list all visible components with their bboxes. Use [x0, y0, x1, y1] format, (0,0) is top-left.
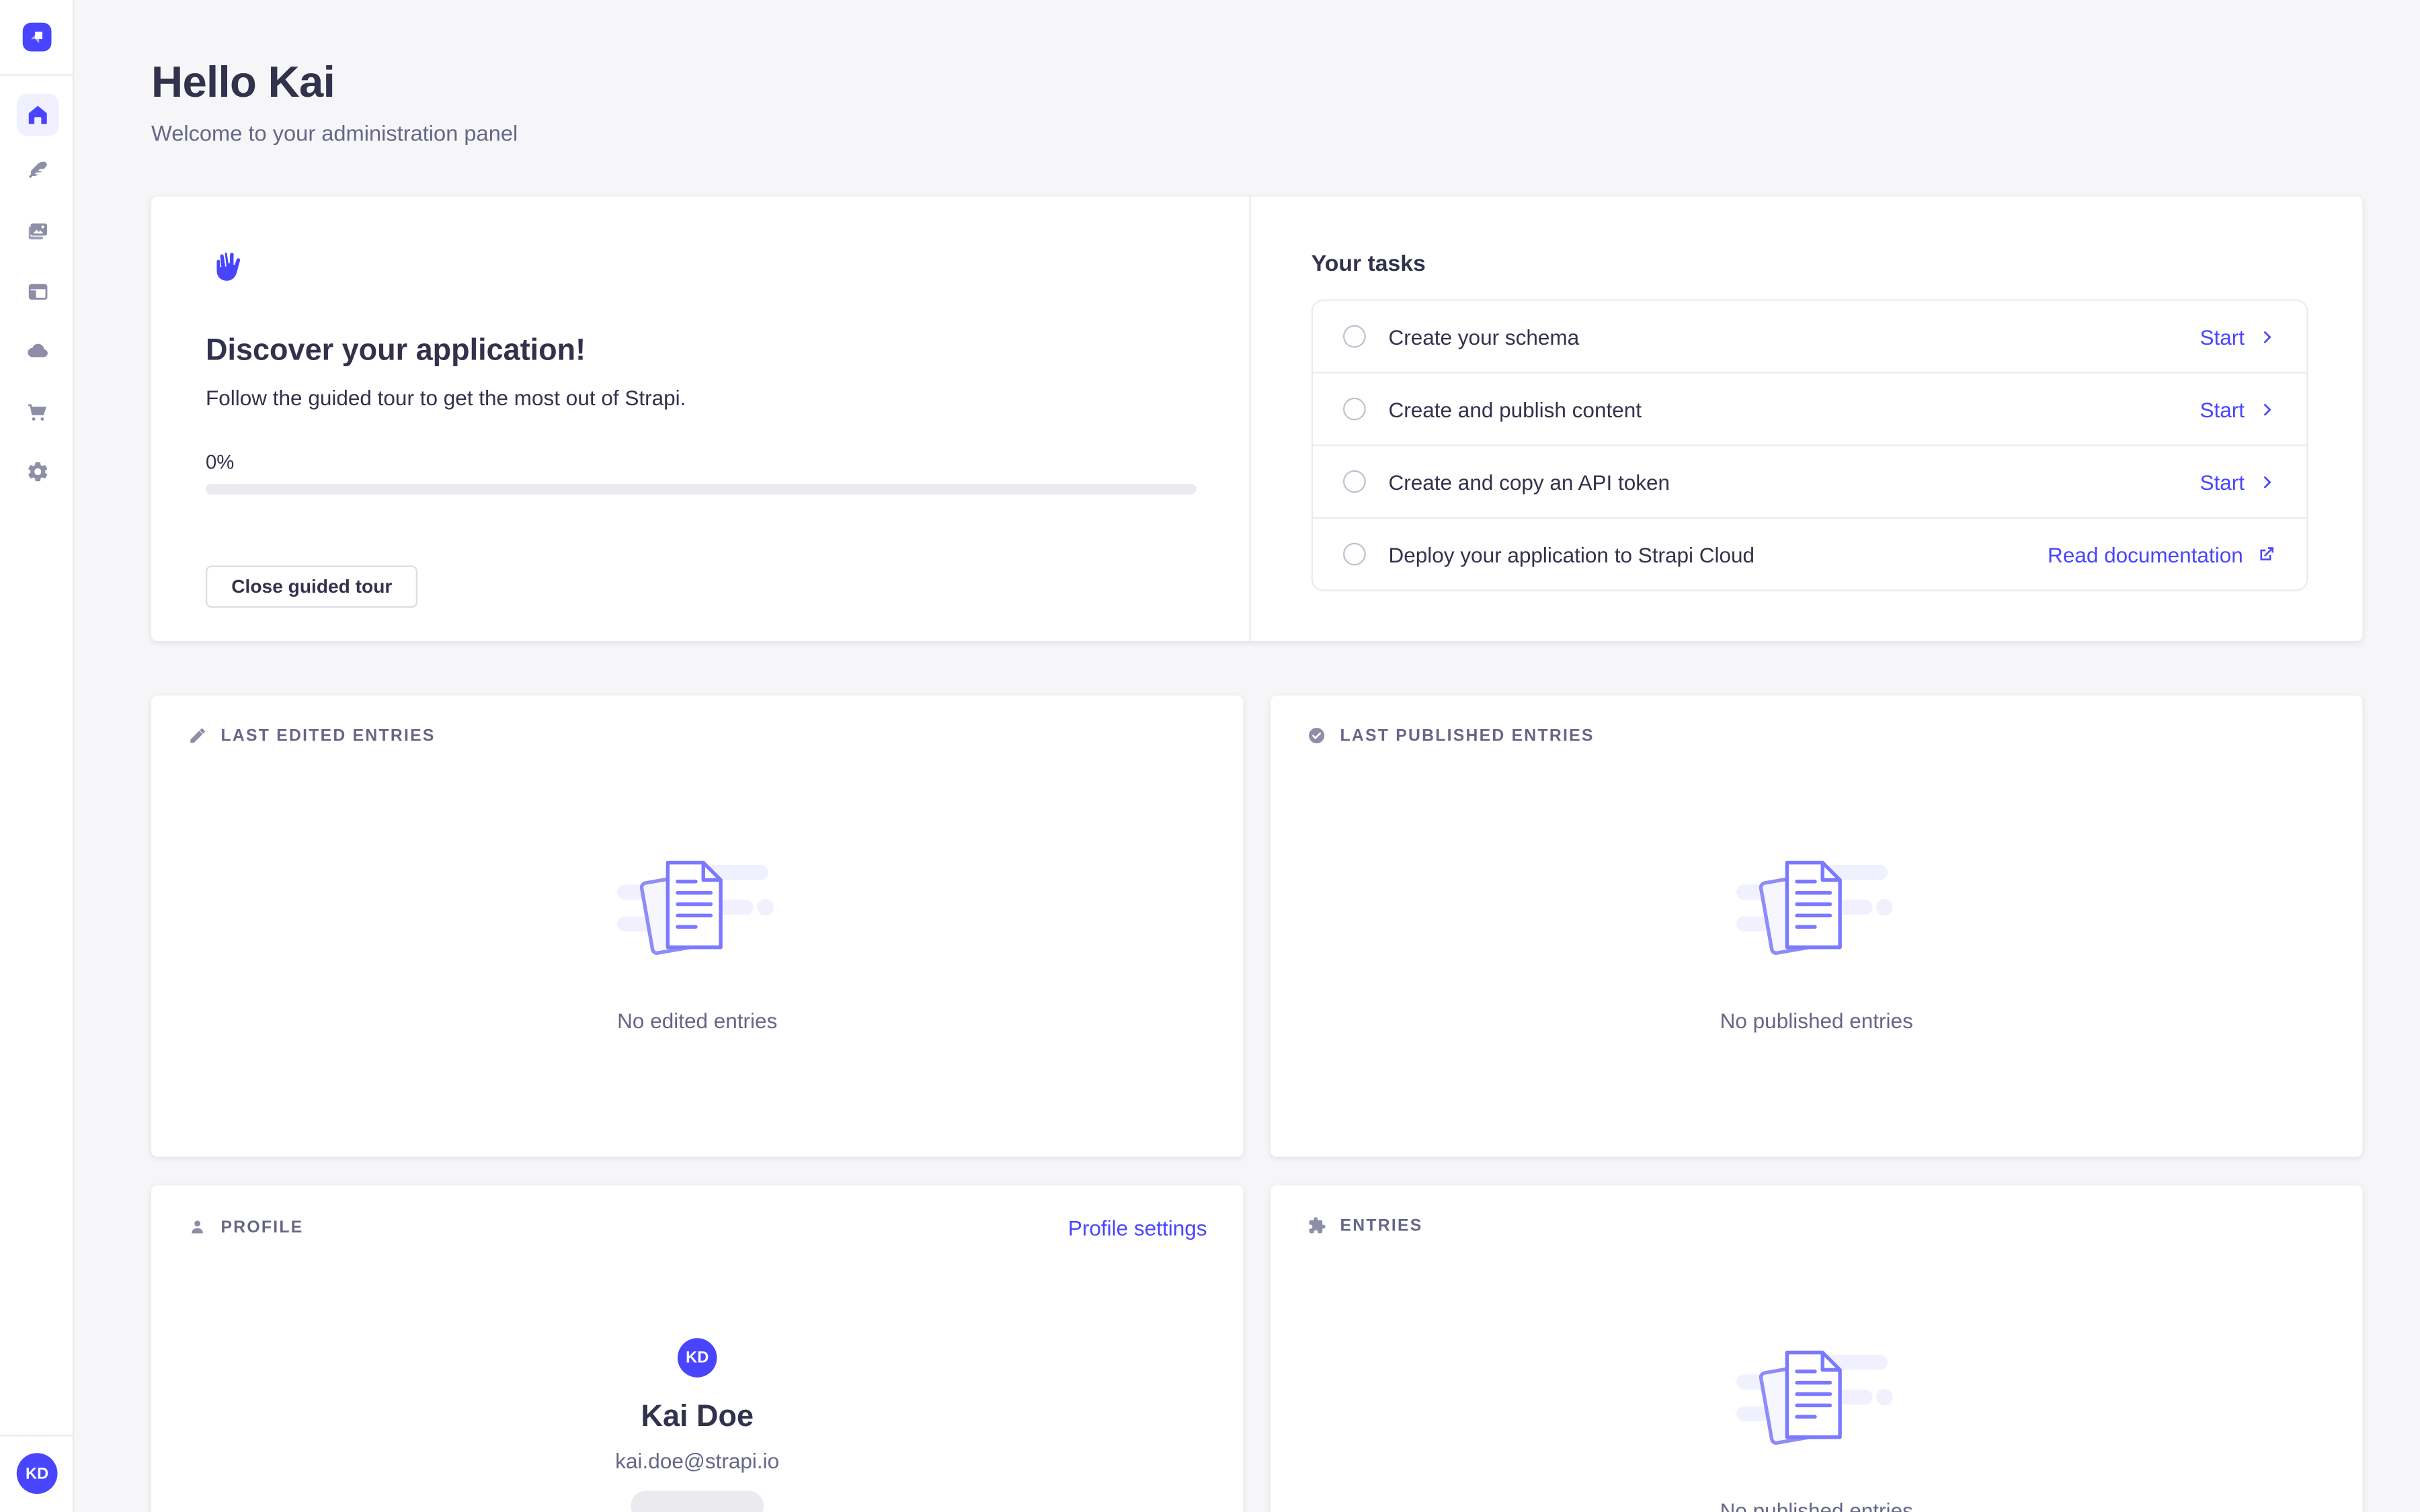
task-row-create-schema[interactable]: Create your schema Start [1313, 301, 2306, 374]
task-action-label: Start [2200, 470, 2245, 494]
sidebar-item-content-manager[interactable] [16, 150, 58, 192]
sidebar-item-cloud[interactable] [16, 330, 58, 372]
sidebar-item-settings[interactable] [16, 450, 58, 493]
task-start-link[interactable]: Start [2200, 470, 2276, 494]
task-label: Create and copy an API token [1389, 470, 2200, 494]
read-documentation-link[interactable]: Read documentation [2048, 542, 2276, 566]
task-label: Create and publish content [1389, 397, 2200, 421]
discover-section: Discover your application! Follow the gu… [151, 197, 1251, 642]
task-label: Deploy your application to Strapi Cloud [1389, 542, 2048, 566]
task-row-publish-content[interactable]: Create and publish content Start [1313, 374, 2306, 446]
empty-state: No edited entries [188, 854, 1207, 1033]
widget-label: LAST EDITED ENTRIES [221, 726, 436, 745]
role-badge [631, 1491, 764, 1512]
task-action-label: Start [2200, 325, 2245, 349]
sidebar-item-content-type-builder[interactable] [16, 270, 58, 312]
close-guided-tour-button[interactable]: Close guided tour [206, 564, 418, 607]
empty-documents-illustration [617, 854, 778, 962]
empty-state: No published entries [1307, 1344, 2327, 1512]
sidebar-item-marketplace[interactable] [16, 390, 58, 433]
strapi-logo[interactable] [23, 23, 52, 52]
progress-bar [206, 484, 1197, 494]
chevron-right-icon [2258, 327, 2276, 345]
guided-tour-card: Discover your application! Follow the gu… [151, 197, 2363, 642]
tasks-heading: Your tasks [1312, 251, 2308, 277]
sidebar-item-media-library[interactable] [16, 210, 58, 253]
pencil-icon [188, 726, 207, 745]
page-subtitle: Welcome to your administration panel [151, 122, 518, 146]
pictures-icon [25, 219, 49, 243]
empty-state-text: No published entries [1720, 1499, 1913, 1512]
strapi-logo-icon [28, 28, 47, 47]
check-circle-icon [1307, 726, 1326, 745]
profile-email: kai.doe@strapi.io [615, 1449, 779, 1473]
profile-avatar: KD [678, 1338, 717, 1378]
empty-documents-illustration [1736, 854, 1897, 962]
task-list: Create your schema Start Create and publ… [1312, 300, 2308, 591]
task-start-link[interactable]: Start [2200, 325, 2276, 349]
widget-label: PROFILE [221, 1218, 304, 1236]
widget-header-row: PROFILE Profile settings [188, 1216, 1207, 1238]
cart-icon [25, 399, 49, 423]
sidebar-divider-bottom [0, 1435, 73, 1436]
profile-widget: PROFILE Profile settings KD Kai Doe kai.… [151, 1185, 1244, 1512]
widget-header: LAST PUBLISHED ENTRIES [1307, 726, 2327, 745]
empty-documents-illustration [1736, 1344, 1897, 1452]
entries-widget: ENTRIES No published entries [1270, 1185, 2363, 1512]
progress-label: 0% [206, 451, 1195, 474]
last-published-entries-widget: LAST PUBLISHED ENTRIES No published entr… [1270, 696, 2363, 1157]
task-action-label: Start [2200, 397, 2245, 421]
strapi-admin-dashboard: KD Hello Kai Welcome to your administrat… [0, 0, 2420, 1512]
empty-state: No published entries [1307, 854, 2327, 1033]
sidebar-user-avatar[interactable]: KD [17, 1453, 58, 1494]
page-title: Hello Kai [151, 60, 518, 106]
layout-icon [25, 280, 49, 304]
task-row-deploy-cloud[interactable]: Deploy your application to Strapi Cloud … [1313, 519, 2306, 590]
task-action-label: Read documentation [2048, 542, 2243, 566]
task-status-circle [1343, 543, 1366, 566]
widget-header: LAST EDITED ENTRIES [188, 726, 1207, 745]
tasks-section: Your tasks Create your schema Start Crea… [1251, 197, 2363, 642]
cloud-icon [25, 339, 49, 364]
widget-label: LAST PUBLISHED ENTRIES [1340, 726, 1595, 745]
waving-hand-icon [206, 248, 247, 288]
sidebar-item-home[interactable] [16, 93, 58, 135]
external-link-icon [2257, 544, 2276, 564]
chevron-right-icon [2258, 472, 2276, 491]
sidebar-divider-top [0, 74, 73, 75]
widget-label: ENTRIES [1340, 1216, 1423, 1234]
task-start-link[interactable]: Start [2200, 397, 2276, 421]
task-status-circle [1343, 470, 1366, 493]
person-icon [188, 1217, 207, 1236]
task-row-api-token[interactable]: Create and copy an API token Start [1313, 446, 2306, 519]
profile-body: KD Kai Doe kai.doe@strapi.io [188, 1238, 1207, 1512]
chevron-right-icon [2258, 400, 2276, 418]
task-status-circle [1343, 325, 1366, 348]
empty-state-text: No published entries [1720, 1009, 1913, 1033]
gear-icon [25, 459, 49, 483]
discover-subtitle: Follow the guided tour to get the most o… [206, 386, 1195, 410]
widget-header: PROFILE [188, 1217, 304, 1236]
profile-name: Kai Doe [641, 1400, 754, 1435]
profile-settings-link[interactable]: Profile settings [1068, 1215, 1207, 1239]
task-label: Create your schema [1389, 325, 2200, 349]
page-header: Hello Kai Welcome to your administration… [151, 60, 518, 146]
empty-state-text: No edited entries [617, 1009, 777, 1033]
task-status-circle [1343, 398, 1366, 421]
puzzle-icon [1307, 1216, 1326, 1235]
discover-title: Discover your application! [206, 334, 1195, 369]
widget-header: ENTRIES [1307, 1216, 2327, 1235]
last-edited-entries-widget: LAST EDITED ENTRIES No edited entries [151, 696, 1244, 1157]
sidebar: KD [0, 0, 74, 1512]
home-icon [25, 102, 49, 126]
feather-icon [25, 159, 49, 183]
